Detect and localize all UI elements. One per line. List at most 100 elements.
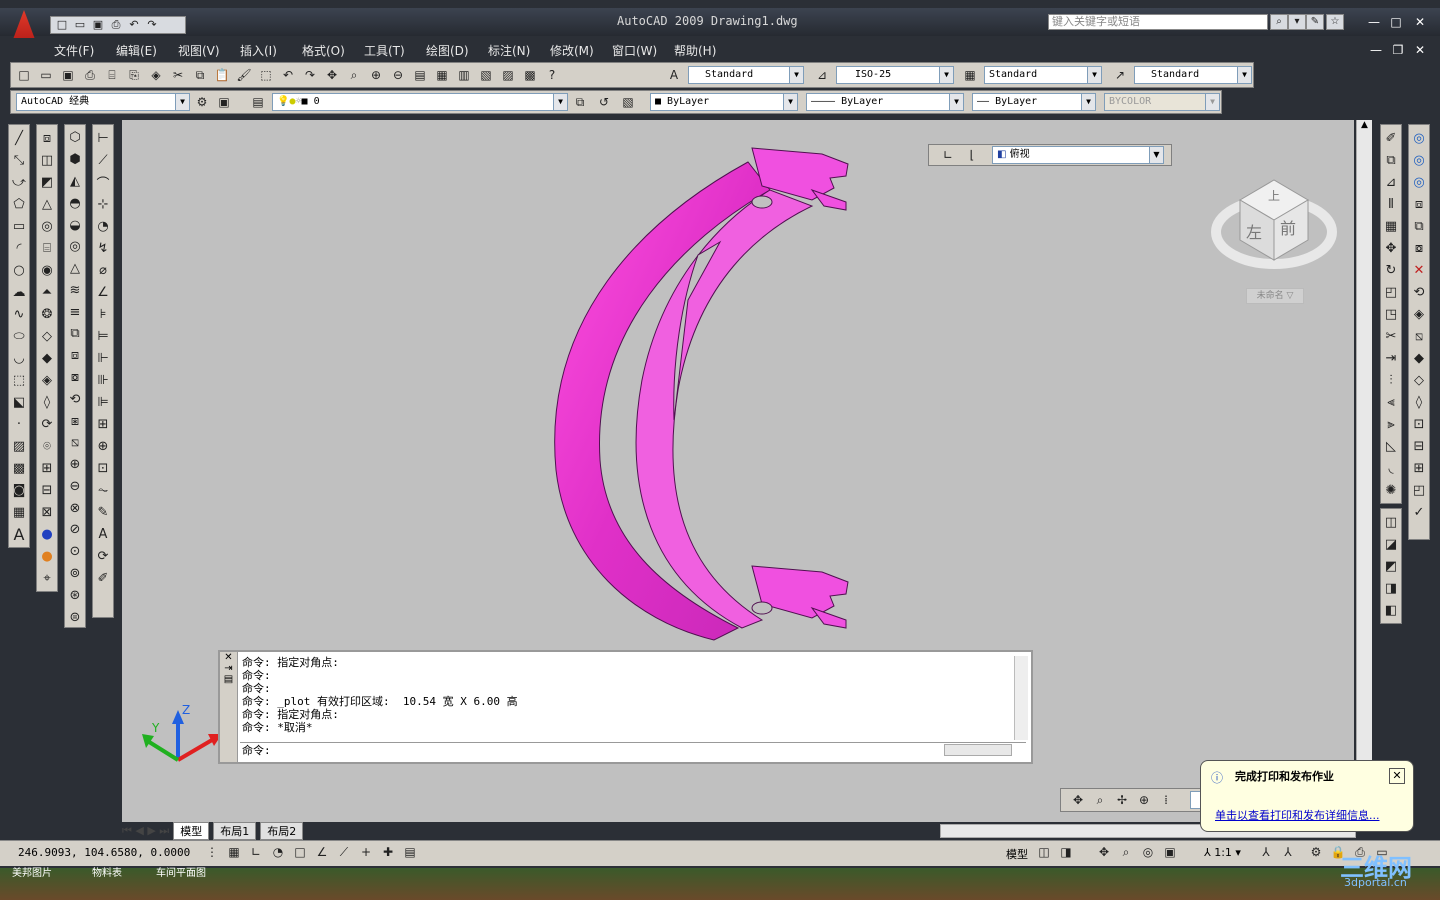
text-style-select[interactable]: Standard ▼ xyxy=(688,66,804,84)
stretch-icon[interactable]: ◳ xyxy=(1381,304,1401,324)
viewcube-front[interactable]: 前 xyxy=(1280,219,1296,238)
ordinate-icon[interactable]: ⊹ xyxy=(93,194,113,214)
subscription-icon[interactable]: ✎ xyxy=(1306,14,1324,30)
desktop-item[interactable]: 车间平面图 xyxy=(156,864,206,879)
open-file-icon[interactable]: ▭ xyxy=(36,65,56,85)
polygon-icon[interactable]: ⬠ xyxy=(9,194,29,214)
color-edge-r-icon[interactable]: ◊ xyxy=(1409,392,1429,412)
dyn-icon[interactable]: + xyxy=(356,842,376,862)
make-block-icon[interactable]: ⬕ xyxy=(9,392,29,412)
section-icon[interactable]: ⊙ xyxy=(65,542,85,562)
properties-icon[interactable]: ▤ xyxy=(410,65,430,85)
region-icon[interactable]: ◙ xyxy=(9,480,29,500)
extend-icon[interactable]: ⇥ xyxy=(1381,348,1401,368)
plotstyle-select[interactable]: BYCOLOR ▼ xyxy=(1104,93,1220,111)
arc-length-icon[interactable]: ⌒ xyxy=(93,172,113,192)
zoom-window-icon[interactable]: ⊕ xyxy=(366,65,386,85)
revcloud-icon[interactable]: ☁ xyxy=(9,282,29,302)
3d-face-icon[interactable]: ⬡ xyxy=(65,128,85,148)
dim-style-tb-icon[interactable]: ✐ xyxy=(93,568,113,588)
multileader-style-select[interactable]: Standard ▼ xyxy=(1134,66,1252,84)
offset-face-r-icon[interactable]: ⧇ xyxy=(1409,238,1429,258)
offset-icon[interactable]: ⫴ xyxy=(1381,194,1401,214)
text-front-icon[interactable]: ◧ xyxy=(1381,600,1401,620)
trim-icon[interactable]: ✂ xyxy=(1381,326,1401,346)
torus-surface-icon[interactable]: ◎ xyxy=(65,237,85,257)
zoom-nav-icon[interactable]: ⌕ xyxy=(1090,790,1110,810)
layer-select[interactable]: 💡●☼■ 0 ▼ xyxy=(272,93,568,111)
calculator-icon[interactable]: ▩ xyxy=(520,65,540,85)
redo-icon[interactable]: ↷ xyxy=(144,18,160,32)
dim-edit-icon[interactable]: ✎ xyxy=(93,502,113,522)
quick-dim-icon[interactable]: ⊧ xyxy=(93,304,113,324)
mirror-icon[interactable]: ⊿ xyxy=(1381,172,1401,192)
menu-edit[interactable]: 编辑(E) xyxy=(116,42,157,59)
minimize-icon[interactable]: — xyxy=(1364,14,1384,30)
tab-layout2[interactable]: 布局2 xyxy=(260,822,304,840)
workspace-settings-icon[interactable]: ⚙ xyxy=(192,92,212,112)
maximize-icon[interactable]: □ xyxy=(1386,14,1406,30)
join-icon[interactable]: ⫸ xyxy=(1381,414,1401,434)
qp-icon[interactable]: ▤ xyxy=(400,842,420,862)
workspace-switch-icon[interactable]: ⚙ xyxy=(1306,842,1326,862)
pyramid-icon[interactable]: ⏶ xyxy=(37,282,57,302)
loft-icon[interactable]: ⌾ xyxy=(37,436,57,456)
dim-break-icon[interactable]: ⊫ xyxy=(93,392,113,412)
otrack-icon[interactable]: ∠ xyxy=(312,842,332,862)
lineweight-select[interactable]: —— ByLayer ▼ xyxy=(972,93,1096,111)
layer-states-icon[interactable]: ▧ xyxy=(618,92,638,112)
check-icon[interactable]: ⊜ xyxy=(65,607,85,627)
ellipse-icon[interactable]: ⬭ xyxy=(9,326,29,346)
slice-icon[interactable]: ⊘ xyxy=(65,520,85,540)
balloon-link[interactable]: 单击以查看打印和发布详细信息... xyxy=(1215,807,1380,823)
union-solid-icon[interactable]: ⊕ xyxy=(65,455,85,475)
cmd-prompt[interactable]: 命令: xyxy=(242,744,271,757)
intersect-r-icon[interactable]: ◎ xyxy=(1409,172,1429,192)
desktop-item[interactable]: 物料表 xyxy=(92,864,122,879)
material-sphere-icon[interactable]: ● xyxy=(37,524,57,544)
copy-faces-icon[interactable]: ⧅ xyxy=(65,433,85,453)
dim-text-edit-icon[interactable]: A xyxy=(93,524,113,544)
polyline-icon[interactable]: ⤻ xyxy=(9,172,29,192)
walk-nav-icon[interactable]: ⁞ xyxy=(1156,790,1176,810)
quick-view-layouts-icon[interactable]: ◫ xyxy=(1034,842,1054,862)
center-mark-icon[interactable]: ⊕ xyxy=(93,436,113,456)
orbit-nav-icon[interactable]: ✢ xyxy=(1112,790,1132,810)
revsurf-icon[interactable]: ≋ xyxy=(65,280,85,300)
save-file-icon[interactable]: ▣ xyxy=(58,65,78,85)
render-icon[interactable]: ● xyxy=(37,546,57,566)
diameter-icon[interactable]: ⌀ xyxy=(93,260,113,280)
offset-faces-icon[interactable]: ⧇ xyxy=(65,368,85,388)
copy-face-r-icon[interactable]: ⧅ xyxy=(1409,326,1429,346)
print-icon[interactable]: ⎙ xyxy=(108,18,124,32)
tab-layout1[interactable]: 布局1 xyxy=(213,822,257,840)
copy-icon[interactable]: ⧉ xyxy=(190,65,210,85)
paste-icon[interactable]: 📋 xyxy=(212,65,232,85)
steering-wheel-icon[interactable]: ◎ xyxy=(1138,842,1158,862)
make-current-layer-icon[interactable]: ⧉ xyxy=(570,92,590,112)
line-icon[interactable]: ╱ xyxy=(9,128,29,148)
annotation-visibility-icon[interactable]: ⅄ xyxy=(1256,842,1276,862)
revolve-icon[interactable]: ⟳ xyxy=(37,414,57,434)
cmd-close-icon[interactable]: ✕ xyxy=(220,652,237,663)
doc-minimize-icon[interactable]: — xyxy=(1366,42,1386,58)
explode-icon[interactable]: ✺ xyxy=(1381,480,1401,500)
union-icon[interactable]: ⊞ xyxy=(37,458,57,478)
table-style-icon[interactable]: ▦ xyxy=(960,65,980,85)
sweep-icon[interactable]: ◊ xyxy=(37,392,57,412)
quick-view-drawings-icon[interactable]: ◨ xyxy=(1056,842,1076,862)
ellipse-arc-icon[interactable]: ◡ xyxy=(9,348,29,368)
markup-icon[interactable]: ▨ xyxy=(498,65,518,85)
redo-tb-icon[interactable]: ↷ xyxy=(300,65,320,85)
undo-icon[interactable]: ↶ xyxy=(126,18,142,32)
send-under-icon[interactable]: ◨ xyxy=(1381,578,1401,598)
plot-icon[interactable]: ⎙ xyxy=(80,65,100,85)
menu-help[interactable]: 帮助(H) xyxy=(674,42,716,59)
color-face-r-icon[interactable]: ◆ xyxy=(1409,348,1429,368)
tab-model[interactable]: 模型 xyxy=(173,822,210,840)
planar-surface-icon[interactable]: ◇ xyxy=(37,326,57,346)
send-back-icon[interactable]: ◪ xyxy=(1381,534,1401,554)
dish-icon[interactable]: ◒ xyxy=(65,215,85,235)
open-icon[interactable]: ▭ xyxy=(72,18,88,32)
sheet-set-icon[interactable]: ▧ xyxy=(476,65,496,85)
